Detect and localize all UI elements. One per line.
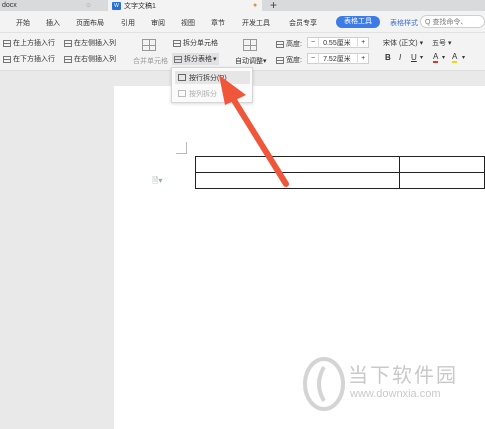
split-by-row-item[interactable]: 按行拆分(R) bbox=[175, 71, 250, 84]
watermark-title: 当下软件园 bbox=[348, 363, 458, 387]
split-table-button[interactable]: 拆分表格 ▾ bbox=[172, 53, 219, 65]
split-row-icon bbox=[178, 74, 186, 81]
insert-row-below-label: 在下方插入行 bbox=[13, 56, 55, 63]
table-cell[interactable] bbox=[399, 172, 485, 189]
font-size-value: 五号 bbox=[432, 40, 446, 47]
insert-col-left-label: 在左侧插入列 bbox=[74, 40, 116, 47]
insert-col-left-icon bbox=[64, 39, 72, 47]
auto-fit-label: 自动调整 bbox=[235, 58, 263, 65]
insert-row-above-label: 在上方插入行 bbox=[13, 40, 55, 47]
underline-dropdown-icon[interactable]: ▾ bbox=[420, 54, 423, 61]
left-margin-area bbox=[0, 71, 114, 429]
underline-button[interactable]: U bbox=[411, 53, 417, 62]
insert-row-above-icon bbox=[3, 39, 11, 47]
row-height-icon bbox=[276, 40, 284, 48]
width-value[interactable]: 7.52厘米 bbox=[318, 53, 359, 64]
title-bar: docx ⊙ W 文字文稿1 ● + bbox=[0, 0, 485, 12]
menu-view[interactable]: 视图 bbox=[181, 18, 195, 28]
menu-insert[interactable]: 插入 bbox=[46, 18, 60, 28]
pin-icon[interactable]: ⊙ bbox=[86, 2, 91, 9]
auto-fit-icon bbox=[243, 39, 257, 51]
insert-row-above-button[interactable]: 在上方插入行 bbox=[3, 38, 55, 48]
unsaved-dot-icon: ● bbox=[253, 2, 258, 9]
height-increase-button[interactable]: + bbox=[358, 39, 368, 46]
document-table[interactable] bbox=[195, 156, 485, 189]
col-width-icon bbox=[276, 56, 284, 64]
watermark-logo-icon bbox=[303, 357, 345, 411]
split-cells-label: 拆分单元格 bbox=[183, 40, 218, 47]
insert-row-below-button[interactable]: 在下方插入行 bbox=[3, 54, 55, 64]
menu-developer[interactable]: 开发工具 bbox=[242, 18, 270, 28]
width-label: 宽度: bbox=[276, 55, 302, 65]
width-decrease-button[interactable]: − bbox=[308, 55, 318, 62]
width-increase-button[interactable]: + bbox=[358, 55, 368, 62]
crop-mark bbox=[176, 153, 186, 154]
split-table-icon bbox=[174, 55, 182, 63]
insert-col-right-button[interactable]: 在右侧插入列 bbox=[64, 54, 116, 64]
italic-button[interactable]: I bbox=[399, 53, 401, 62]
height-value[interactable]: 0.55厘米 bbox=[318, 37, 359, 48]
highlight-button[interactable]: A bbox=[452, 53, 458, 63]
tab-docx-label: docx bbox=[2, 2, 17, 9]
tab-table-tools[interactable]: 表格工具 bbox=[336, 16, 380, 28]
font-name-select[interactable]: 宋体 (正文) ▾ bbox=[383, 38, 423, 48]
insert-row-below-icon bbox=[3, 55, 11, 63]
split-cells-button[interactable]: 拆分单元格 bbox=[173, 38, 218, 48]
width-stepper[interactable]: − 7.52厘米 + bbox=[307, 53, 370, 64]
font-color-dropdown-icon[interactable]: ▾ bbox=[442, 54, 445, 61]
chevron-down-icon: ▾ bbox=[419, 40, 424, 47]
split-table-label: 拆分表格 bbox=[184, 56, 212, 63]
menu-member[interactable]: 会员专享 bbox=[289, 18, 317, 28]
tab-table-style[interactable]: 表格样式 bbox=[390, 18, 418, 28]
height-label-text: 高度: bbox=[286, 41, 302, 48]
font-name-value: 宋体 (正文) bbox=[383, 40, 418, 47]
split-by-row-label: 按行拆分(R) bbox=[189, 74, 227, 82]
menu-page-layout[interactable]: 页面布局 bbox=[76, 18, 104, 28]
table-row bbox=[195, 156, 485, 173]
split-by-col-label: 按列拆分 bbox=[189, 90, 217, 98]
insert-col-right-icon bbox=[64, 55, 72, 63]
merge-cells-button[interactable]: 合并单元格 bbox=[133, 56, 168, 66]
width-label-text: 宽度: bbox=[286, 57, 302, 64]
split-col-icon bbox=[178, 90, 186, 97]
watermark: 当下软件园 www.downxia.com bbox=[300, 355, 480, 415]
merge-cells-icon bbox=[142, 39, 156, 51]
menu-bar: 开始 插入 页面布局 引用 审阅 视图 章节 开发工具 会员专享 表格工具 表格… bbox=[0, 11, 485, 33]
font-color-button[interactable]: A bbox=[433, 53, 439, 63]
tab-document-1[interactable]: W 文字文稿1 ● bbox=[108, 0, 262, 11]
menu-section[interactable]: 章节 bbox=[211, 18, 225, 28]
highlight-dropdown-icon[interactable]: ▾ bbox=[462, 54, 465, 61]
paragraph-icon[interactable]: 🗎▾ bbox=[152, 175, 162, 189]
bold-button[interactable]: B bbox=[385, 53, 391, 62]
auto-fit-button[interactable]: 自动调整 ▾ bbox=[235, 56, 267, 66]
menu-start[interactable]: 开始 bbox=[16, 18, 30, 28]
menu-review[interactable]: 审阅 bbox=[151, 18, 165, 28]
writer-doc-icon: W bbox=[112, 1, 121, 10]
split-table-menu: 按行拆分(R) 按列拆分 bbox=[171, 67, 253, 103]
split-cells-icon bbox=[173, 39, 181, 47]
font-size-select[interactable]: 五号 ▾ bbox=[432, 38, 452, 48]
menu-references[interactable]: 引用 bbox=[121, 18, 135, 28]
chevron-down-icon: ▾ bbox=[263, 58, 267, 65]
insert-col-right-label: 在右侧插入列 bbox=[74, 56, 116, 63]
split-by-col-item[interactable]: 按列拆分 bbox=[175, 87, 250, 100]
watermark-url: www.downxia.com bbox=[350, 388, 441, 400]
height-label: 高度: bbox=[276, 39, 302, 49]
chevron-down-icon: ▾ bbox=[213, 56, 217, 63]
insert-col-left-button[interactable]: 在左侧插入列 bbox=[64, 38, 116, 48]
ribbon: 在上方插入行 在左侧插入列 在下方插入行 在右侧插入列 合并单元格 拆分单元格 … bbox=[0, 33, 485, 71]
height-stepper[interactable]: − 0.55厘米 + bbox=[307, 37, 370, 48]
tab-docx[interactable]: docx ⊙ bbox=[0, 0, 108, 11]
tab-document-1-label: 文字文稿1 bbox=[124, 2, 156, 10]
chevron-down-icon: ▾ bbox=[448, 40, 452, 47]
crop-mark bbox=[186, 142, 187, 154]
height-decrease-button[interactable]: − bbox=[308, 39, 318, 46]
table-cell[interactable] bbox=[399, 156, 485, 173]
merge-cells-label: 合并单元格 bbox=[133, 58, 168, 65]
table-cell[interactable] bbox=[195, 172, 400, 189]
search-input[interactable]: Q 查找命令、 bbox=[420, 15, 485, 28]
search-placeholder: Q 查找命令、 bbox=[425, 18, 468, 26]
table-row bbox=[195, 172, 485, 189]
table-cell[interactable] bbox=[195, 156, 400, 173]
